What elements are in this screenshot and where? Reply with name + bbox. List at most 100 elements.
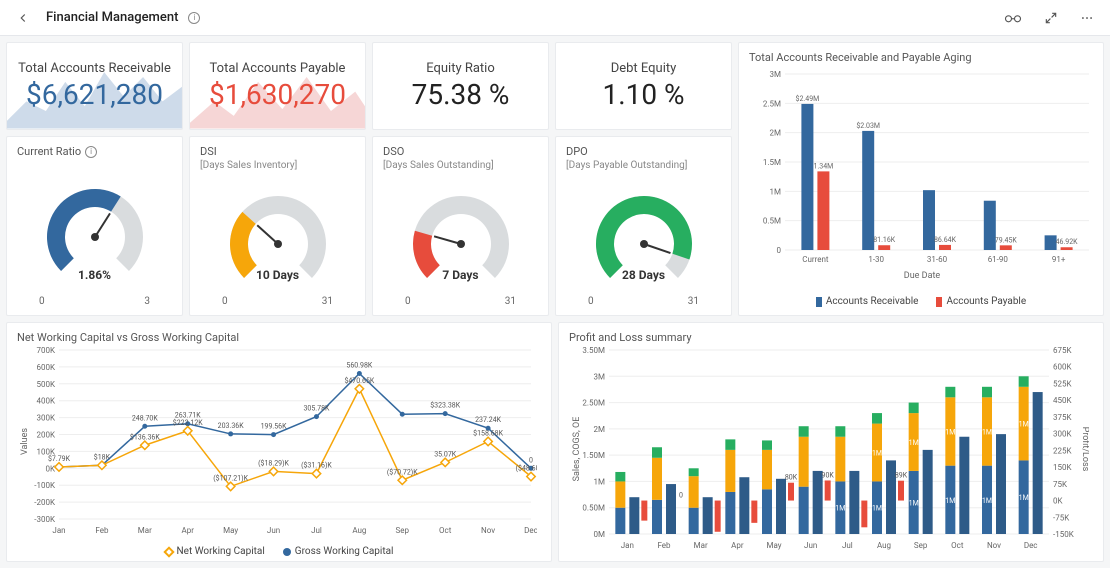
back-icon[interactable]: [10, 7, 36, 29]
svg-text:1-30: 1-30: [868, 255, 884, 264]
svg-text:248.70K: 248.70K: [132, 414, 159, 422]
kpi-eq-label: Equity Ratio: [426, 61, 495, 76]
svg-text:0M: 0M: [594, 530, 605, 539]
svg-text:31-60: 31-60: [927, 255, 948, 264]
svg-text:89K: 89K: [895, 472, 908, 480]
svg-text:1M: 1M: [835, 505, 845, 513]
svg-text:2M: 2M: [594, 425, 605, 434]
svg-text:Feb: Feb: [657, 541, 671, 550]
svg-text:Sales, COGS, OE: Sales, COGS, OE: [572, 417, 582, 482]
svg-text:3.50M: 3.50M: [582, 346, 605, 355]
svg-text:$323.38K: $323.38K: [430, 402, 460, 410]
svg-text:2.5M: 2.5M: [763, 99, 781, 108]
more-icon[interactable]: [1074, 7, 1100, 29]
svg-text:1M: 1M: [872, 450, 882, 458]
svg-text:75K: 75K: [1053, 480, 1068, 489]
gauge-dsi-min: 0: [222, 296, 228, 307]
svg-text:May: May: [766, 541, 781, 550]
svg-text:0K: 0K: [1053, 497, 1063, 506]
svg-text:0.5M: 0.5M: [763, 217, 781, 226]
nwc-legend-net: Net Working Capital: [177, 546, 265, 557]
gauge-dpo-title: DPO: [566, 145, 721, 158]
svg-text:700K: 700K: [36, 346, 55, 355]
svg-text:-100K: -100K: [34, 481, 56, 490]
aging-legend-ar: Accounts Receivable: [826, 296, 919, 307]
svg-text:400K: 400K: [36, 397, 55, 406]
svg-text:($107.21)K: ($107.21)K: [213, 474, 248, 482]
svg-text:300K: 300K: [1053, 430, 1072, 439]
svg-text:1M: 1M: [770, 187, 781, 196]
svg-text:200K: 200K: [36, 431, 55, 440]
expand-icon[interactable]: [1038, 7, 1064, 29]
svg-text:Profit/Loss: Profit/Loss: [1080, 427, 1089, 472]
gauge-dso: DSO [Days Sales Outstanding] 7 Days 031: [372, 136, 549, 316]
kpi-de: Debt Equity 1.10 %: [555, 42, 732, 130]
svg-text:Mar: Mar: [138, 526, 152, 535]
svg-text:525K: 525K: [1053, 379, 1072, 388]
gauge-dsi-max: 31: [322, 296, 333, 307]
svg-text:0: 0: [529, 456, 533, 464]
pl-title: Profit and Loss summary: [569, 331, 1093, 344]
svg-text:2.50M: 2.50M: [582, 399, 605, 408]
kpi-ap-label: Total Accounts Payable: [210, 61, 346, 76]
gauge-dsi-sub: [Days Sales Inventory]: [200, 160, 355, 171]
gauge-cr-min: 0: [39, 296, 45, 307]
svg-text:225K: 225K: [1053, 446, 1072, 455]
svg-text:Apr: Apr: [182, 526, 195, 535]
svg-text:($31.16)K: ($31.16)K: [301, 462, 332, 470]
svg-text:Jul: Jul: [311, 526, 322, 535]
svg-text:$222.12K: $222.12K: [173, 419, 203, 427]
svg-text:Oct: Oct: [951, 541, 964, 550]
svg-text:Nov: Nov: [481, 526, 495, 535]
svg-text:Jan: Jan: [621, 541, 634, 550]
nwc-legend-gross: Gross Working Capital: [295, 546, 394, 557]
svg-text:0K: 0K: [45, 464, 55, 473]
gauge-dsi-title: DSI: [200, 145, 355, 158]
svg-text:79.45K: 79.45K: [995, 236, 1018, 244]
svg-text:1M: 1M: [945, 497, 955, 505]
svg-text:1.5M: 1.5M: [763, 158, 781, 167]
svg-text:Oct: Oct: [439, 526, 452, 535]
info-icon[interactable]: i: [85, 146, 97, 158]
svg-text:375K: 375K: [1053, 413, 1072, 422]
gauge-dsi-caption: 10 Days: [256, 268, 299, 282]
svg-text:Dec: Dec: [524, 526, 537, 535]
svg-text:1M: 1M: [594, 477, 605, 486]
svg-text:0: 0: [777, 246, 782, 255]
aging-legend: Accounts Receivable Accounts Payable: [749, 296, 1093, 307]
aging-chart: Total Accounts Receivable and Payable Ag…: [738, 42, 1104, 316]
svg-text:500K: 500K: [36, 380, 55, 389]
gauge-dpo-min: 0: [588, 296, 594, 307]
kpi-ar-label: Total Accounts Receivable: [18, 61, 171, 76]
svg-text:46.92K: 46.92K: [1056, 238, 1079, 246]
nwc-title: Net Working Capital vs Gross Working Cap…: [17, 331, 541, 344]
svg-text:Sep: Sep: [396, 526, 410, 535]
svg-text:Due Date: Due Date: [904, 271, 941, 281]
svg-text:90K: 90K: [822, 471, 835, 479]
svg-text:86.64K: 86.64K: [934, 236, 957, 244]
kpi-ar: Total Accounts Receivable $6,621,280: [6, 42, 183, 130]
svg-text:1M: 1M: [872, 505, 882, 513]
svg-text:Nov: Nov: [987, 541, 1001, 550]
svg-text:450K: 450K: [1053, 396, 1072, 405]
kpi-ap: Total Accounts Payable $1,630,270: [189, 42, 366, 130]
svg-text:Dec: Dec: [1024, 541, 1038, 550]
svg-text:300K: 300K: [36, 414, 55, 423]
svg-text:600K: 600K: [36, 363, 55, 372]
glasses-icon[interactable]: [998, 7, 1028, 29]
svg-text:($48.60)K: ($48.60)K: [516, 465, 537, 473]
svg-text:81.16K: 81.16K: [873, 236, 896, 244]
svg-text:3M: 3M: [594, 372, 605, 381]
gauge-dsi: DSI [Days Sales Inventory] 10 Days 0 31: [189, 136, 366, 316]
svg-text:Feb: Feb: [95, 526, 109, 535]
svg-text:3M: 3M: [770, 70, 781, 79]
gauge-dso-title: DSO: [383, 145, 538, 158]
gauge-current-ratio: Current Ratioi 1.86% 03: [6, 136, 183, 316]
info-icon[interactable]: i: [188, 12, 200, 24]
svg-text:Jul: Jul: [842, 541, 853, 550]
svg-text:Jun: Jun: [267, 526, 280, 535]
gauge-dpo-max: 31: [688, 296, 699, 307]
gauge-cr-title: Current Ratio: [17, 145, 81, 158]
gauge-cr-caption: 1.86%: [78, 268, 111, 282]
svg-text:237.24K: 237.24K: [475, 416, 502, 424]
